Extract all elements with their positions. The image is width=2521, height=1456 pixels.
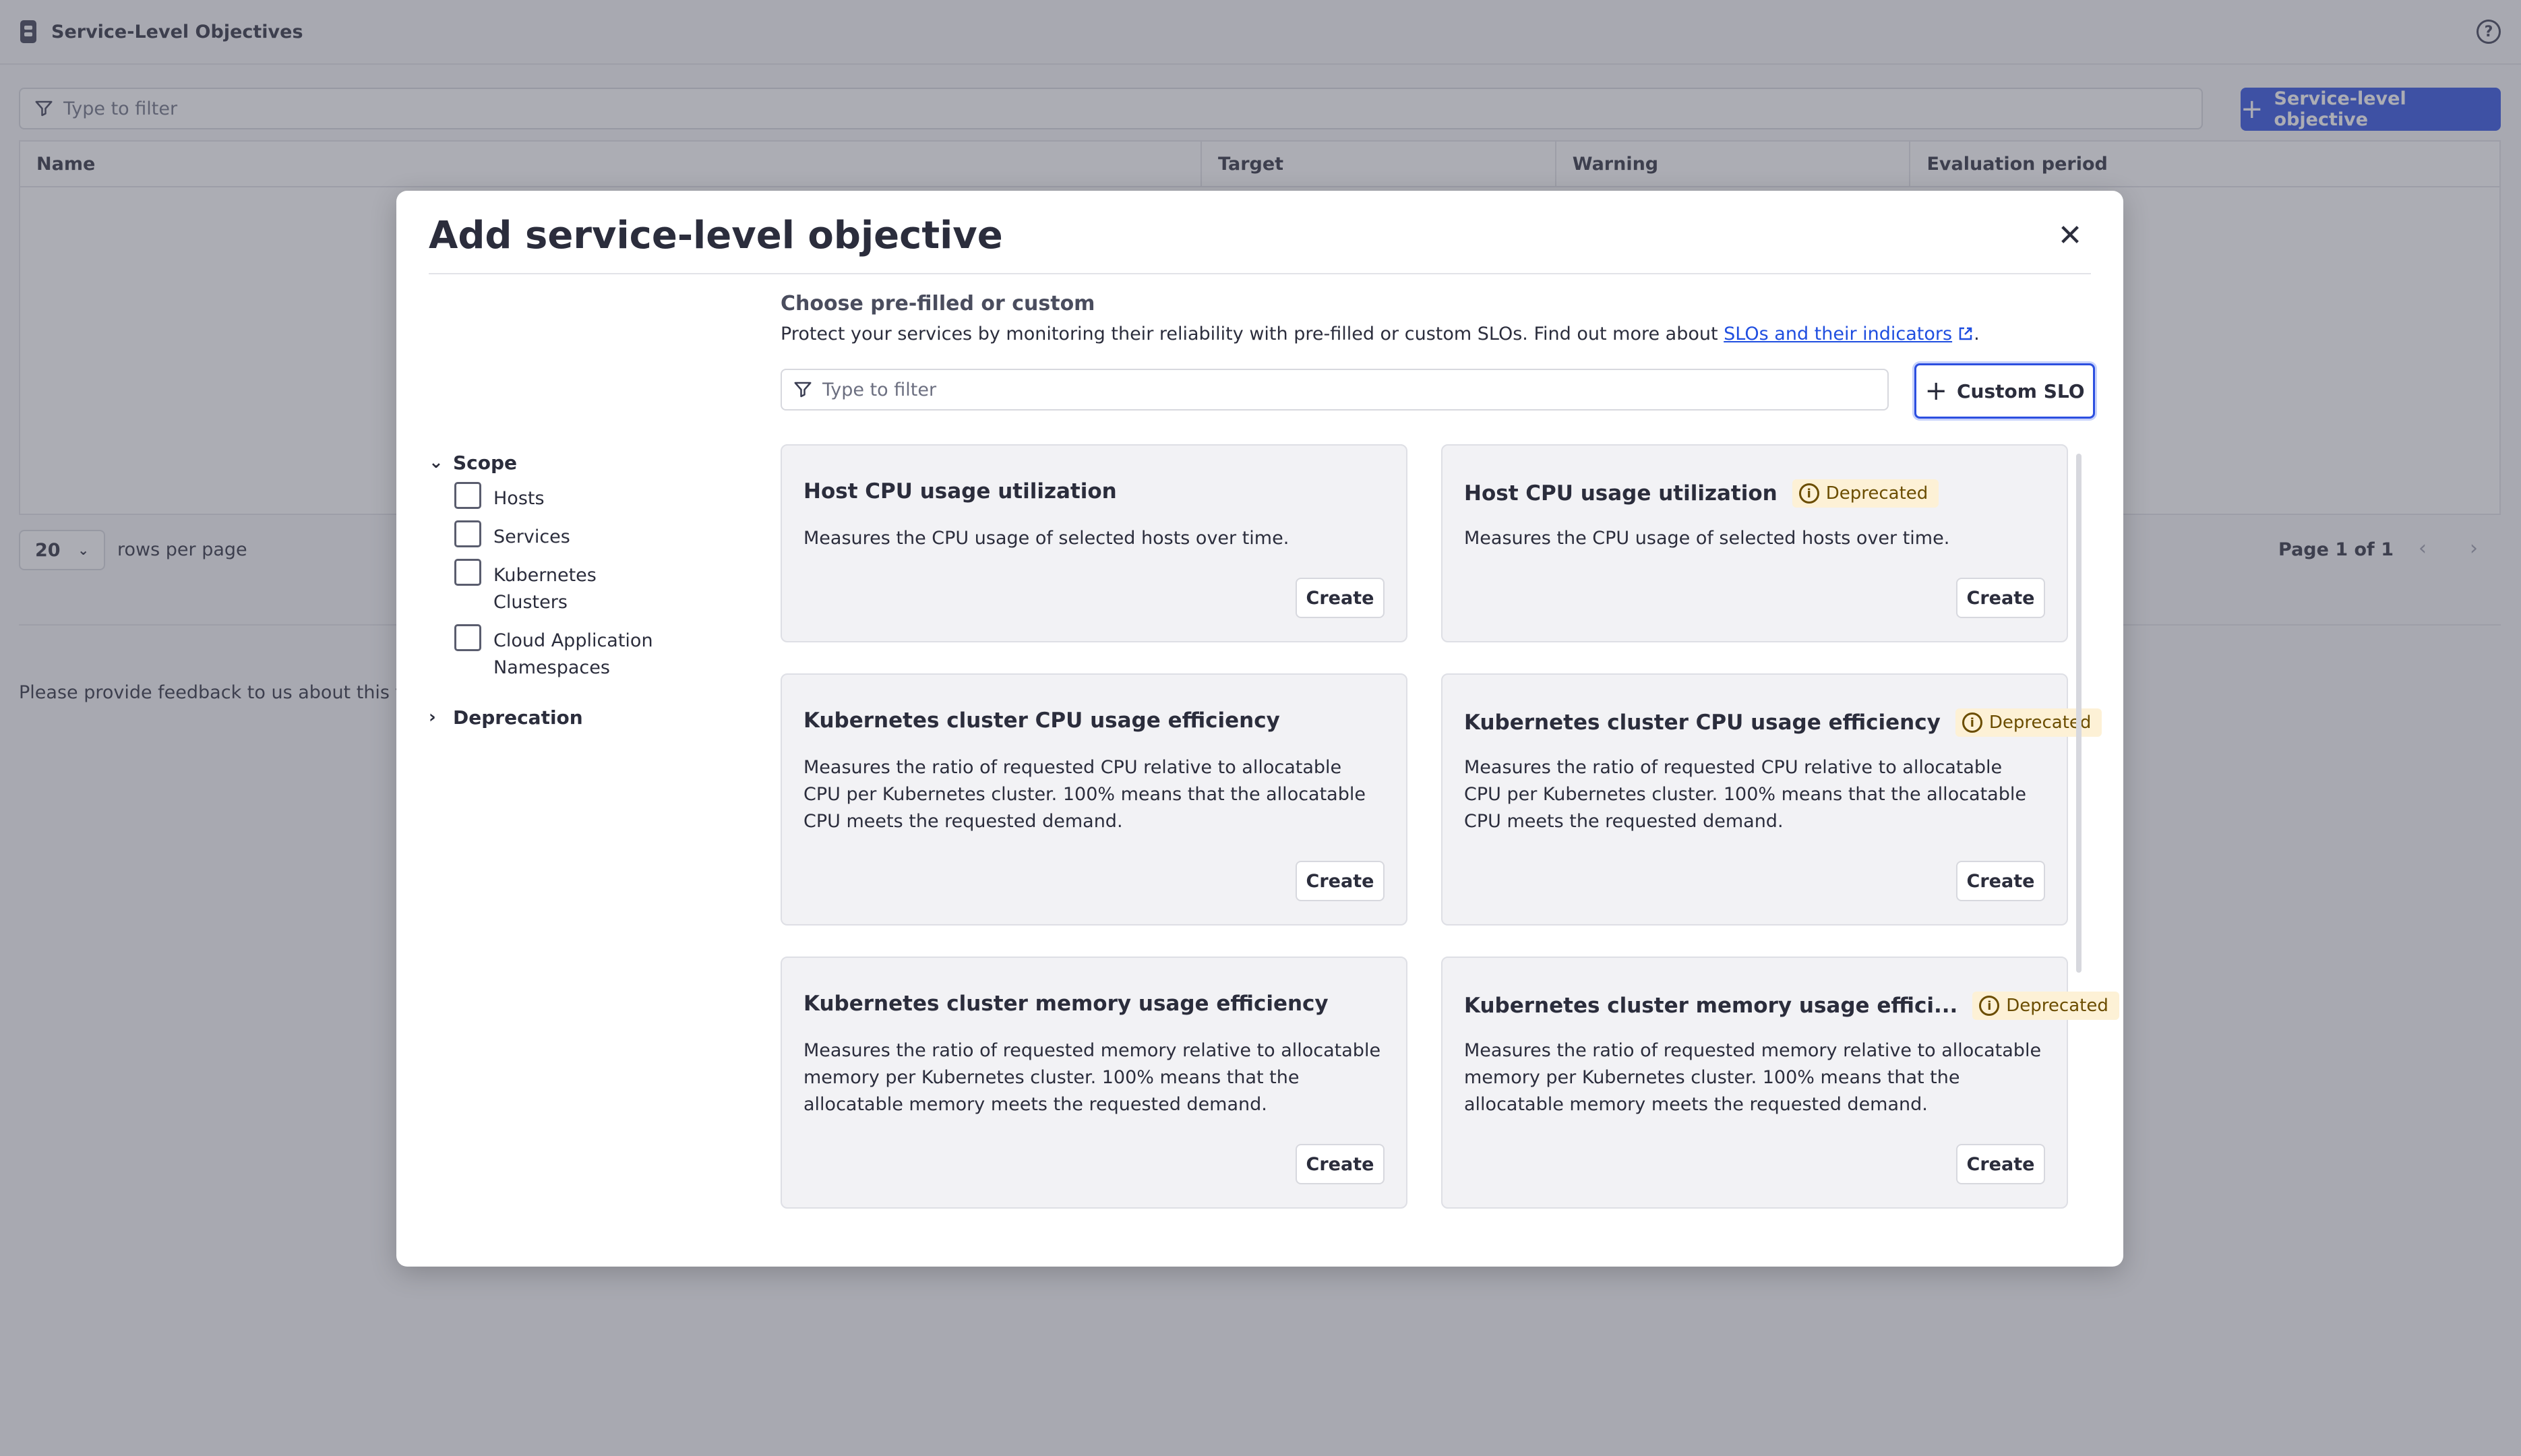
card-title: Kubernetes cluster memory usage effici..… — [1464, 994, 1958, 1018]
choose-description-text: Protect your services by monitoring thei… — [781, 324, 1724, 344]
slo-template-card: Kubernetes cluster memory usage efficien… — [781, 957, 1407, 1209]
deprecation-group-toggle[interactable]: › Deprecation — [429, 702, 779, 733]
card-header: Kubernetes cluster memory usage effici..… — [1464, 992, 2119, 1020]
choose-title: Choose pre-filled or custom — [781, 292, 1095, 315]
create-button[interactable]: Create — [1296, 1144, 1385, 1184]
close-icon[interactable]: ✕ — [2053, 219, 2087, 253]
info-icon: i — [1979, 996, 2000, 1016]
create-button[interactable]: Create — [1296, 861, 1385, 901]
deprecation-label: Deprecation — [453, 706, 583, 729]
scope-item-cloud-application-namespaces[interactable]: Cloud Application Namespaces — [454, 624, 779, 681]
chevron-down-icon: ⌄ — [429, 452, 444, 473]
chevron-right-icon: › — [429, 707, 436, 727]
checkbox[interactable] — [454, 559, 481, 586]
slo-template-card: Kubernetes cluster memory usage effici..… — [1441, 957, 2119, 1209]
filter-icon — [794, 382, 812, 398]
scope-items: Hosts Services Kubernetes Clusters Cloud… — [454, 482, 779, 681]
card-title: Host CPU usage utilization — [1464, 481, 1778, 506]
template-filter-bar[interactable] — [781, 369, 1889, 411]
card-header: Kubernetes cluster CPU usage efficiency … — [1464, 708, 2102, 737]
card-header: Host CPU usage utilization i Deprecated — [1464, 479, 1939, 508]
add-slo-modal: Add service-level objective ✕ ⌄ Scope Ho… — [396, 191, 2123, 1267]
info-icon: i — [1962, 712, 1982, 733]
card-description: Measures the CPU usage of selected hosts… — [803, 528, 1289, 549]
create-button[interactable]: Create — [1296, 578, 1385, 618]
scope-group-toggle[interactable]: ⌄ Scope — [429, 447, 779, 478]
badge-label: Deprecated — [2006, 996, 2108, 1016]
scope-item-kubernetes-clusters[interactable]: Kubernetes Clusters — [454, 559, 779, 616]
card-title: Kubernetes cluster CPU usage efficiency — [1464, 710, 1941, 735]
checkbox[interactable] — [454, 482, 481, 509]
checkbox-label: Cloud Application Namespaces — [493, 630, 653, 678]
card-header: Host CPU usage utilization — [803, 479, 1117, 504]
choose-description-end: . — [1974, 324, 1980, 344]
checkbox[interactable] — [454, 624, 481, 651]
badge-label: Deprecated — [1825, 483, 1928, 504]
slo-docs-link[interactable]: SLOs and their indicators — [1724, 324, 1952, 344]
external-link-icon[interactable] — [1957, 326, 1974, 342]
create-button[interactable]: Create — [1956, 578, 2045, 618]
slo-template-content: Choose pre-filled or custom Protect your… — [781, 292, 2119, 1209]
slo-template-card: Host CPU usage utilization Measures the … — [781, 444, 1407, 642]
plus-icon: + — [1924, 375, 1947, 406]
card-description: Measures the CPU usage of selected hosts… — [1464, 528, 1950, 549]
card-description: Measures the ratio of requested CPU rela… — [803, 757, 1366, 832]
info-icon: i — [1798, 483, 1819, 504]
scope-label: Scope — [453, 451, 518, 474]
card-description: Measures the ratio of requested memory r… — [803, 1040, 1381, 1115]
deprecated-badge: i Deprecated — [1972, 992, 2119, 1020]
checkbox-label: Hosts — [493, 488, 545, 509]
create-button[interactable]: Create — [1956, 861, 2045, 901]
filter-sidebar: ⌄ Scope Hosts Services Kubernetes Cluste… — [429, 447, 779, 733]
slo-template-card: Kubernetes cluster CPU usage efficiency … — [781, 673, 1407, 926]
scrollbar[interactable] — [2076, 454, 2082, 973]
custom-slo-button-label: Custom SLO — [1957, 380, 2085, 402]
slo-template-card: Host CPU usage utilization i Deprecated … — [1441, 444, 2068, 642]
template-filter-input[interactable] — [822, 379, 1833, 400]
card-title: Kubernetes cluster CPU usage efficiency — [803, 708, 1280, 733]
card-title: Host CPU usage utilization — [803, 479, 1117, 504]
card-description: Measures the ratio of requested CPU rela… — [1464, 757, 2026, 832]
custom-slo-button[interactable]: + Custom SLO — [1914, 363, 2095, 419]
card-title: Kubernetes cluster memory usage efficien… — [803, 992, 1329, 1016]
card-description: Measures the ratio of requested memory r… — [1464, 1040, 2042, 1115]
card-header: Kubernetes cluster memory usage efficien… — [803, 992, 1329, 1016]
divider — [429, 273, 2091, 274]
create-button[interactable]: Create — [1956, 1144, 2045, 1184]
scope-item-services[interactable]: Services — [454, 520, 779, 551]
choose-description: Protect your services by monitoring thei… — [781, 324, 2102, 344]
card-header: Kubernetes cluster CPU usage efficiency — [803, 708, 1280, 733]
checkbox-label: Services — [493, 526, 570, 547]
modal-title: Add service-level objective — [429, 214, 1003, 257]
slo-template-card: Kubernetes cluster CPU usage efficiency … — [1441, 673, 2102, 926]
deprecated-badge: i Deprecated — [1792, 479, 1939, 508]
checkbox[interactable] — [454, 520, 481, 547]
scope-item-hosts[interactable]: Hosts — [454, 482, 779, 512]
checkbox-label: Kubernetes Clusters — [493, 565, 597, 613]
